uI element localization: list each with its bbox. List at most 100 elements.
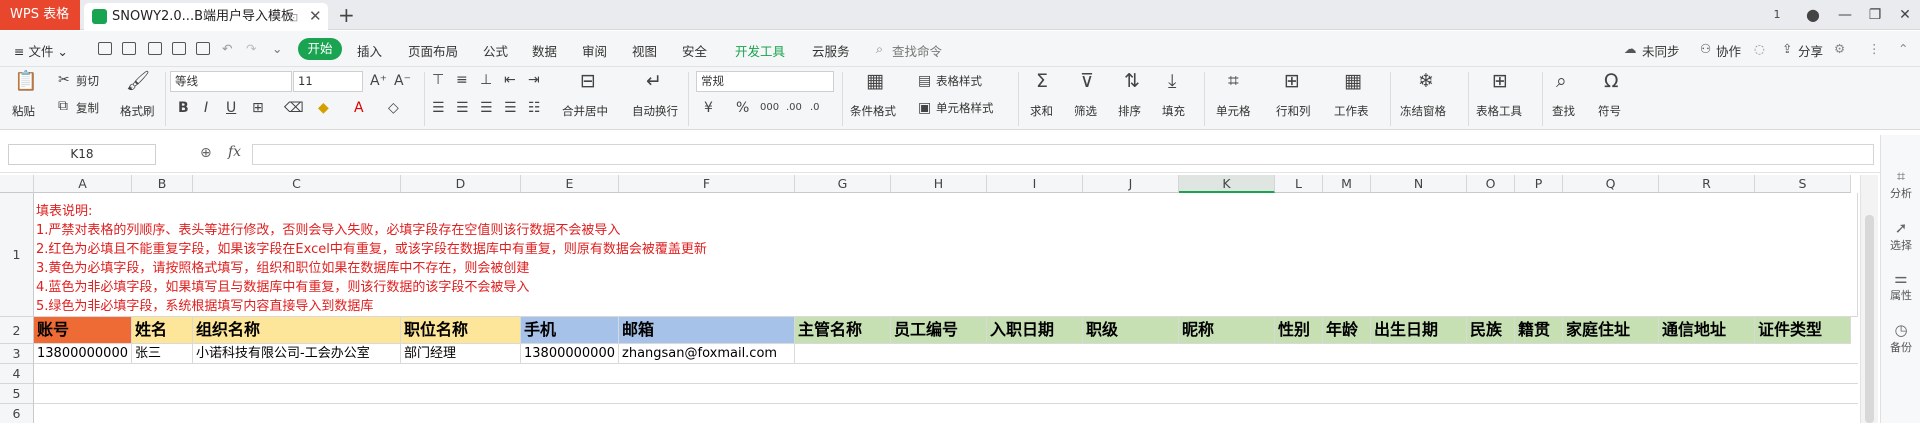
column-header[interactable]: B bbox=[132, 175, 193, 193]
column-header[interactable]: F bbox=[619, 175, 795, 193]
increase-decimal-icon[interactable]: .00 bbox=[786, 100, 802, 116]
cell-button[interactable]: 单元格 bbox=[1216, 103, 1251, 119]
collapse-ribbon-icon[interactable]: ⌃ bbox=[1898, 41, 1908, 56]
column-header[interactable]: O bbox=[1467, 175, 1515, 193]
conditional-format-button[interactable]: 条件格式 bbox=[850, 103, 896, 119]
header-cell-nickname[interactable]: 昵称 bbox=[1179, 317, 1275, 344]
pin-icon[interactable]: ⊡ bbox=[289, 4, 298, 31]
format-painter-icon[interactable]: 🖌 bbox=[126, 70, 150, 92]
copy-button[interactable]: 复制 bbox=[76, 100, 99, 116]
header-cell-birth-date[interactable]: 出生日期 bbox=[1371, 317, 1467, 344]
tab-start[interactable]: 开始 bbox=[298, 38, 342, 60]
number-format-select[interactable]: 常规 bbox=[696, 71, 834, 92]
print-icon[interactable] bbox=[172, 42, 186, 55]
column-header[interactable]: E bbox=[521, 175, 619, 193]
header-cell-supervisor[interactable]: 主管名称 bbox=[795, 317, 891, 344]
paste-icon[interactable]: 📋 bbox=[14, 70, 38, 92]
merged-note-cell[interactable]: 填表说明: 1.严禁对表格的列顺序、表头等进行修改，否则会导入失败，必填字段存在… bbox=[34, 193, 1858, 317]
column-header[interactable]: N bbox=[1371, 175, 1467, 193]
avatar[interactable]: ● bbox=[1800, 0, 1826, 30]
clear-icon[interactable]: ◇ bbox=[388, 100, 399, 116]
header-cell-email[interactable]: 邮箱 bbox=[619, 317, 795, 344]
italic-icon[interactable]: I bbox=[204, 100, 208, 116]
header-cell-ethnicity[interactable]: 民族 bbox=[1467, 317, 1515, 344]
tab-data[interactable]: 数据 bbox=[532, 41, 557, 60]
header-cell-rank[interactable]: 职级 bbox=[1083, 317, 1179, 344]
justify-icon[interactable]: ☰ bbox=[504, 100, 517, 116]
close-tab-icon[interactable]: ✕ bbox=[309, 3, 322, 30]
save-icon[interactable] bbox=[122, 42, 136, 55]
document-tab[interactable]: SNOWY2.0...B端用户导入模板 ⊡ ✕ bbox=[84, 3, 328, 30]
currency-icon[interactable]: ¥ bbox=[704, 100, 713, 116]
freeze-panes-button[interactable]: 冻结窗格 bbox=[1400, 103, 1446, 119]
share-button[interactable]: 分享 bbox=[1798, 41, 1823, 60]
select-button[interactable]: ➚ 选择 bbox=[1881, 219, 1920, 253]
find-button[interactable]: 查找 bbox=[1552, 103, 1575, 119]
wps-app-tab[interactable]: WPS 表格 bbox=[0, 0, 80, 30]
sort-icon[interactable]: ⇅ bbox=[1124, 70, 1140, 92]
command-search[interactable]: 查找命令 bbox=[892, 41, 942, 60]
thousands-icon[interactable]: 000 bbox=[760, 100, 779, 116]
border-icon[interactable]: ⊞ bbox=[252, 100, 264, 116]
sheet-button[interactable]: 工作表 bbox=[1334, 103, 1369, 119]
header-cell-home-address[interactable]: 家庭住址 bbox=[1563, 317, 1659, 344]
header-cell-gender[interactable]: 性别 bbox=[1275, 317, 1323, 344]
align-right-icon[interactable]: ☰ bbox=[480, 100, 493, 116]
paste-button[interactable]: 粘贴 bbox=[12, 103, 35, 119]
increase-font-icon[interactable]: A⁺ bbox=[370, 73, 387, 89]
symbol-button[interactable]: 符号 bbox=[1598, 103, 1621, 119]
font-size-select[interactable]: 11 bbox=[293, 71, 363, 92]
merge-center-button[interactable]: 合并居中 bbox=[562, 103, 608, 119]
column-header[interactable]: H bbox=[891, 175, 987, 193]
wrap-text-button[interactable]: 自动换行 bbox=[632, 103, 678, 119]
header-cell-age[interactable]: 年龄 bbox=[1323, 317, 1371, 344]
data-cell-org[interactable]: 小诺科技有限公司-工会办公室 bbox=[193, 344, 401, 364]
undo-icon[interactable]: ↶ bbox=[222, 41, 232, 56]
window-count-icon[interactable]: 1 bbox=[1764, 0, 1790, 30]
tab-cloud[interactable]: 云服务 bbox=[812, 41, 850, 60]
decrease-decimal-icon[interactable]: .0 bbox=[810, 100, 820, 116]
tab-formulas[interactable]: 公式 bbox=[483, 41, 508, 60]
comment-icon[interactable]: ◌ bbox=[1754, 41, 1765, 56]
tab-developer[interactable]: 开发工具 bbox=[735, 41, 785, 60]
fill-icon[interactable]: ⤓ bbox=[1168, 70, 1176, 92]
table-style-icon[interactable]: ▤ bbox=[918, 73, 931, 89]
header-cell-employee-no[interactable]: 员工编号 bbox=[891, 317, 987, 344]
fx-icon[interactable]: fx bbox=[228, 144, 241, 160]
header-cell-mailing-address[interactable]: 通信地址 bbox=[1659, 317, 1755, 344]
filter-icon[interactable]: ⊽ bbox=[1080, 70, 1094, 92]
wrap-text-icon[interactable]: ↵ bbox=[646, 70, 662, 92]
more-icon[interactable]: ⋮ bbox=[1868, 41, 1881, 56]
data-cell-account[interactable]: 13800000000 bbox=[34, 344, 132, 364]
header-cell-hire-date[interactable]: 入职日期 bbox=[987, 317, 1083, 344]
conditional-format-icon[interactable]: ▦ bbox=[866, 70, 884, 92]
align-bottom-icon[interactable]: ⊥ bbox=[480, 72, 492, 88]
restore-button[interactable]: ❐ bbox=[1862, 0, 1888, 30]
quick-access-chevron-icon[interactable]: ⌄ bbox=[272, 41, 282, 56]
table-style-button[interactable]: 表格样式 bbox=[936, 73, 982, 89]
sync-status[interactable]: 未同步 bbox=[1642, 41, 1680, 60]
column-header[interactable]: I bbox=[987, 175, 1083, 193]
omega-icon[interactable]: Ω bbox=[1604, 70, 1619, 92]
row-header[interactable]: 6 bbox=[0, 404, 34, 423]
header-cell-native-place[interactable]: 籍贯 bbox=[1515, 317, 1563, 344]
cell-icon[interactable]: ⌗ bbox=[1228, 70, 1239, 92]
align-top-icon[interactable]: ⊤ bbox=[432, 72, 444, 88]
analyze-button[interactable]: ⌗ 分析 bbox=[1881, 167, 1920, 201]
column-header[interactable]: P bbox=[1515, 175, 1563, 193]
fill-button[interactable]: 填充 bbox=[1162, 103, 1185, 119]
align-left-icon[interactable]: ☰ bbox=[432, 100, 445, 116]
sum-button[interactable]: 求和 bbox=[1030, 103, 1053, 119]
indent-increase-icon[interactable]: ⇥ bbox=[528, 72, 540, 88]
font-color-icon[interactable]: A bbox=[354, 100, 364, 116]
tab-view[interactable]: 视图 bbox=[632, 41, 657, 60]
tab-review[interactable]: 审阅 bbox=[582, 41, 607, 60]
select-all-corner[interactable] bbox=[0, 175, 34, 193]
sum-icon[interactable]: Σ bbox=[1036, 70, 1048, 92]
tab-insert[interactable]: 插入 bbox=[357, 41, 382, 60]
decrease-font-icon[interactable]: A⁻ bbox=[394, 73, 411, 89]
tab-security[interactable]: 安全 bbox=[682, 41, 707, 60]
cut-button[interactable]: 剪切 bbox=[76, 73, 99, 89]
print-preview-icon[interactable] bbox=[196, 42, 210, 55]
close-window-button[interactable]: ✕ bbox=[1892, 0, 1918, 30]
